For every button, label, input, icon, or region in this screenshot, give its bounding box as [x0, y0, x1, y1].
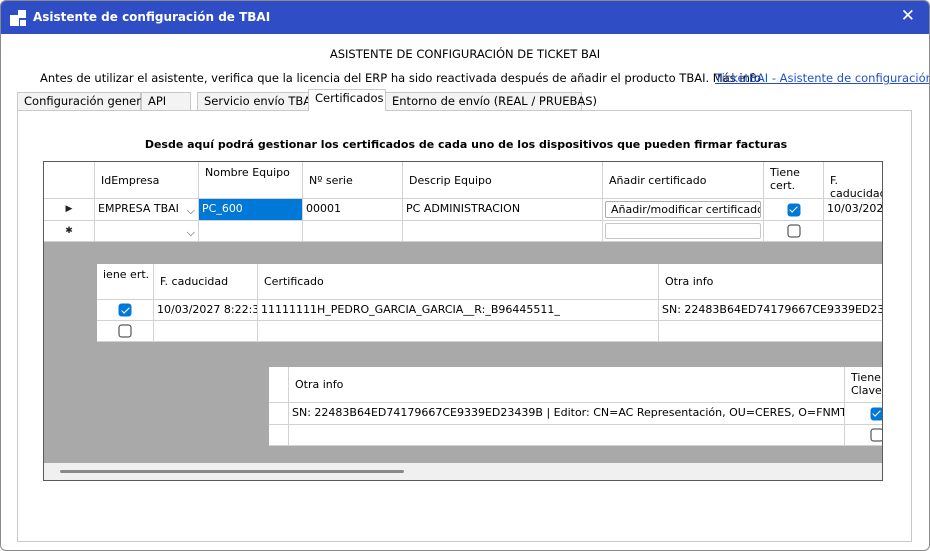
col-header-otra-info-2[interactable]: Otra info — [659, 264, 882, 300]
descrip-equipo-cell[interactable]: PC ADMINISTRACION — [403, 199, 603, 221]
otra-info-cell-3[interactable]: SN: 22483B64ED74179667CE9339ED23439B | E… — [289, 403, 845, 425]
instruction-text: Desde aquí podrá gestionar los certifica… — [144, 138, 788, 151]
nombre-equipo-cell[interactable]: PC_600 — [199, 199, 303, 221]
tab-entorno-envio[interactable]: Entorno de envío (REAL / PRUEBAS) — [385, 92, 597, 111]
col-header-f-caducidad[interactable]: F. caducidad — [824, 162, 882, 199]
chevron-down-icon[interactable]: ⌵ — [187, 201, 195, 220]
idempresa-combo[interactable]: EMPRESA TBAI ⌵ — [95, 199, 199, 221]
col-header-f-caducidad-2[interactable]: F. caducidad — [154, 264, 258, 300]
new-tiene-cert-cell-2 — [97, 321, 154, 342]
col-header-idempresa[interactable]: IdEmpresa — [95, 162, 199, 199]
new-row-header-3[interactable] — [269, 425, 289, 446]
col-header-tiene-clave[interactable]: Tiene Clave — [845, 367, 882, 403]
certificado-cell[interactable]: 11111111H_PEDRO_GARCIA_GARCIA__R:_B96445… — [258, 300, 659, 321]
certificates-grid-area: IdEmpresa Nombre Equipo Nº serie Descrip… — [43, 161, 883, 481]
help-link[interactable]: TicketBAI - Asistente de configuración — [715, 71, 929, 85]
col-header-nombre-equipo[interactable]: Nombre Equipo — [199, 162, 303, 199]
row-marker-new[interactable]: ✱ — [44, 221, 95, 242]
new-tiene-cert-cell — [764, 221, 824, 242]
add-certificate-button[interactable]: Añadir/modificar certificado... — [605, 201, 761, 218]
new-idempresa-combo[interactable]: ⌵ — [95, 221, 199, 242]
col-header-certificado[interactable]: Certificado — [258, 264, 659, 300]
new-anadir-certificado-cell — [603, 221, 764, 242]
new-otra-info-cell-2[interactable] — [659, 321, 882, 342]
app-window-icon — [10, 10, 26, 26]
f-caducidad-cell-2[interactable]: 10/03/2027 8:22:33 — [154, 300, 258, 321]
col-header-anadir-certificado[interactable]: Añadir certificado — [603, 162, 764, 199]
new-add-certificate-button[interactable] — [605, 223, 761, 239]
window-title: Asistente de configuración de TBAI — [33, 10, 271, 24]
row-header-3[interactable] — [269, 403, 289, 425]
new-tiene-cert-checkbox-2[interactable] — [118, 324, 132, 338]
n-serie-cell[interactable]: 00001 — [303, 199, 403, 221]
tiene-cert-checkbox-2[interactable] — [118, 303, 132, 317]
tab-servicio-envio[interactable]: Servicio envío TBAI — [197, 92, 324, 111]
row-header-corner-3 — [269, 367, 289, 403]
col-header-descrip-equipo[interactable]: Descrip Equipo — [403, 162, 603, 199]
chevron-down-icon[interactable]: ⌵ — [187, 223, 195, 241]
tab-configuracion-general[interactable]: Configuración general — [17, 92, 151, 111]
license-notice: Antes de utilizar el asistente, verifica… — [40, 71, 761, 85]
new-f-caducidad-cell-2[interactable] — [154, 321, 258, 342]
devices-grid: IdEmpresa Nombre Equipo Nº serie Descrip… — [44, 162, 882, 242]
tiene-cert-cell — [764, 199, 824, 221]
tab-api[interactable]: API — [141, 92, 191, 111]
title-bar[interactable]: Asistente de configuración de TBAI ✕ — [1, 1, 929, 34]
tiene-clave-cell — [845, 403, 882, 425]
idempresa-value: EMPRESA TBAI — [98, 202, 179, 215]
close-icon[interactable]: ✕ — [901, 6, 915, 26]
row-header-corner — [44, 162, 95, 199]
col-header-otra-info-3[interactable]: Otra info — [289, 367, 845, 403]
new-otra-info-cell-3[interactable] — [289, 425, 845, 446]
horizontal-scrollbar[interactable] — [44, 463, 882, 480]
new-tiene-clave-checkbox[interactable] — [870, 428, 882, 442]
new-tiene-clave-cell — [845, 425, 882, 446]
new-descrip-equipo-cell[interactable] — [403, 221, 603, 242]
certificates-keys-grid: Otra info Tiene Clave SN: 22483B64ED7417… — [269, 367, 882, 446]
horizontal-scroll-thumb[interactable] — [60, 470, 404, 473]
new-tiene-cert-checkbox[interactable] — [787, 224, 800, 238]
wizard-heading: ASISTENTE DE CONFIGURACIÓN DE TICKET BAI — [329, 47, 601, 61]
row-marker-current[interactable]: ▶ — [44, 199, 95, 221]
tiene-cert-cell-2 — [97, 300, 154, 321]
new-n-serie-cell[interactable] — [303, 221, 403, 242]
col-header-tiene-cert[interactable]: Tiene cert. — [764, 162, 824, 199]
new-nombre-equipo-cell[interactable] — [199, 221, 303, 242]
new-certificado-cell[interactable] — [258, 321, 659, 342]
tab-certificados[interactable]: Certificados — [308, 89, 386, 111]
col-header-n-serie[interactable]: Nº serie — [303, 162, 403, 199]
certificates-detail-grid: iene ert. F. caducidad Certificado Otra … — [97, 264, 882, 342]
anadir-certificado-cell: Añadir/modificar certificado... — [603, 199, 764, 221]
tiene-cert-checkbox[interactable] — [787, 203, 800, 216]
f-caducidad-cell[interactable]: 10/03/2027 — [824, 199, 882, 221]
new-f-caducidad-cell[interactable] — [824, 221, 882, 242]
col-header-tiene-cert-2[interactable]: iene ert. — [97, 264, 154, 300]
otra-info-cell-2[interactable]: SN: 22483B64ED74179667CE9339ED23439B | E… — [659, 300, 882, 321]
tiene-clave-checkbox[interactable] — [870, 407, 882, 420]
wizard-window: Asistente de configuración de TBAI ✕ ASI… — [0, 0, 930, 551]
